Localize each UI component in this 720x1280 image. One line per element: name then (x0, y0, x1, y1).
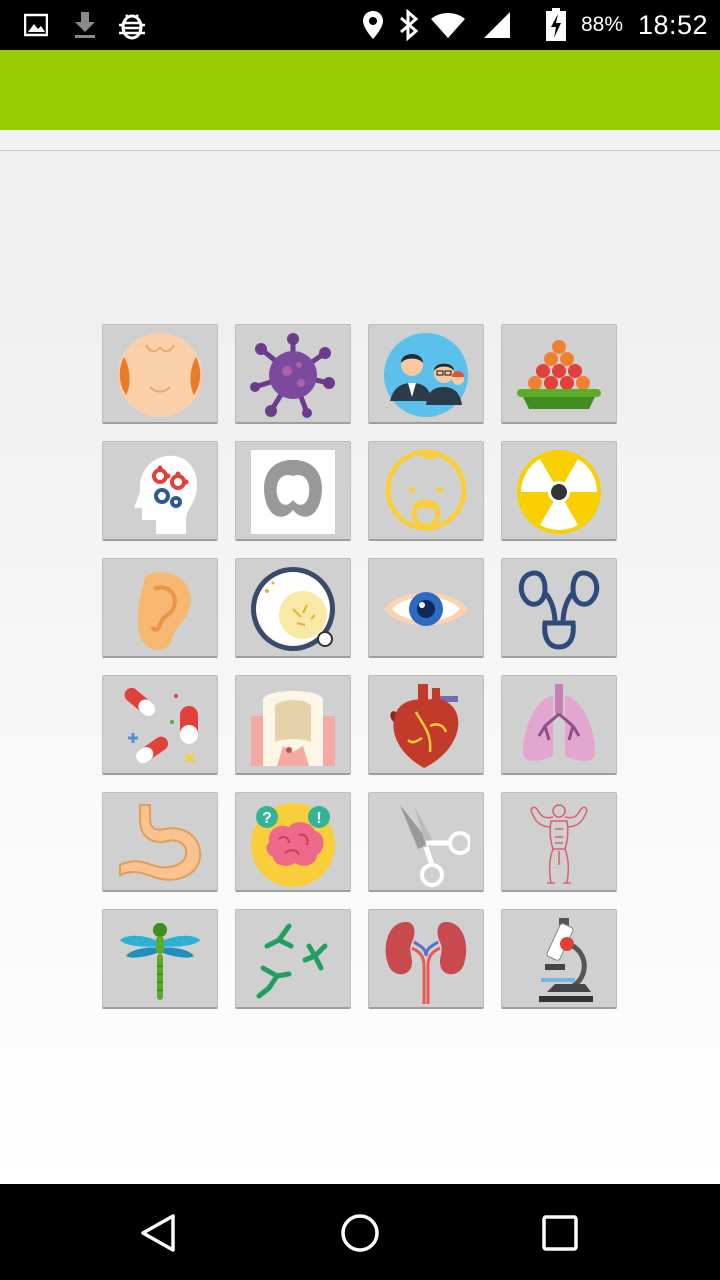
tile-people[interactable] (368, 324, 484, 424)
microscope-icon (539, 918, 593, 1002)
tile-virus[interactable] (235, 324, 351, 424)
tile-mind-gears[interactable] (102, 441, 218, 541)
tile-lungs[interactable] (501, 675, 617, 775)
tile-stomach[interactable] (102, 792, 218, 892)
tile-tooth[interactable] (235, 675, 351, 775)
tooth-icon (251, 691, 335, 766)
people-icon (384, 333, 468, 417)
svg-text:?: ? (262, 810, 272, 827)
back-button[interactable] (135, 1208, 185, 1258)
recents-button[interactable] (535, 1208, 585, 1258)
tile-urinary[interactable] (501, 558, 617, 658)
petri-dish-icon (251, 567, 335, 651)
heart-icon (390, 684, 459, 768)
ear-icon (137, 572, 191, 650)
radiation-icon (517, 450, 601, 534)
location-icon (362, 0, 384, 50)
tile-muscle-body[interactable] (501, 792, 617, 892)
tile-neuron-branches[interactable] (235, 909, 351, 1009)
pills-icon (124, 687, 198, 764)
tile-baby[interactable] (368, 441, 484, 541)
tile-kidneys[interactable] (368, 909, 484, 1009)
app-bar (0, 50, 720, 130)
tile-skin[interactable] (102, 324, 218, 424)
mind-gears-icon (134, 455, 198, 534)
category-grid: ? ! (102, 324, 622, 1014)
tile-brain-question[interactable]: ? ! (235, 792, 351, 892)
tile-microscope[interactable] (501, 909, 617, 1009)
urinary-system-icon (518, 570, 600, 650)
toolbar-shadow-divider (0, 130, 720, 151)
clock: 18:52 (638, 9, 709, 40)
muscle-body-icon (530, 804, 588, 884)
tile-pills[interactable] (102, 675, 218, 775)
download-notification-icon (73, 0, 97, 50)
tile-bowl-of-fruit[interactable] (501, 324, 617, 424)
image-notification-icon (24, 0, 48, 50)
kidneys-icon (385, 922, 467, 1004)
tile-scissors[interactable] (368, 792, 484, 892)
tile-eye[interactable] (368, 558, 484, 658)
home-button[interactable] (335, 1208, 385, 1258)
tile-thyroid[interactable] (235, 441, 351, 541)
bug-notification-icon (116, 0, 148, 50)
baby-pacifier-icon (385, 449, 467, 531)
stomach-icon (119, 804, 202, 881)
battery-percentage: 88% (581, 13, 624, 36)
bluetooth-icon (398, 0, 420, 50)
recents-square-icon (542, 1215, 578, 1251)
tile-petri-dish[interactable] (235, 558, 351, 658)
skin-icon (118, 333, 202, 417)
back-triangle-icon (141, 1214, 175, 1252)
tile-radiation[interactable] (501, 441, 617, 541)
dragonfly-icon (120, 923, 200, 1000)
eye-icon (384, 592, 468, 626)
navigation-bar (0, 1184, 720, 1280)
svg-text:!: ! (316, 810, 321, 827)
lungs-icon (523, 684, 595, 761)
neuron-branches-icon (256, 923, 328, 999)
brain-question-icon: ? ! (251, 803, 335, 887)
tile-dragonfly[interactable] (102, 909, 218, 1009)
tile-heart[interactable] (368, 675, 484, 775)
thyroid-icon (251, 450, 335, 534)
wifi-icon (430, 0, 466, 50)
battery-charging-icon (545, 0, 567, 50)
signal-icon (482, 0, 512, 50)
scissors-icon (400, 805, 470, 887)
tile-ear[interactable] (102, 558, 218, 658)
virus-icon (250, 333, 335, 418)
home-circle-icon (341, 1214, 379, 1252)
bowl-of-fruit-icon (517, 340, 601, 409)
status-bar: 88% 18:52 (0, 0, 720, 50)
